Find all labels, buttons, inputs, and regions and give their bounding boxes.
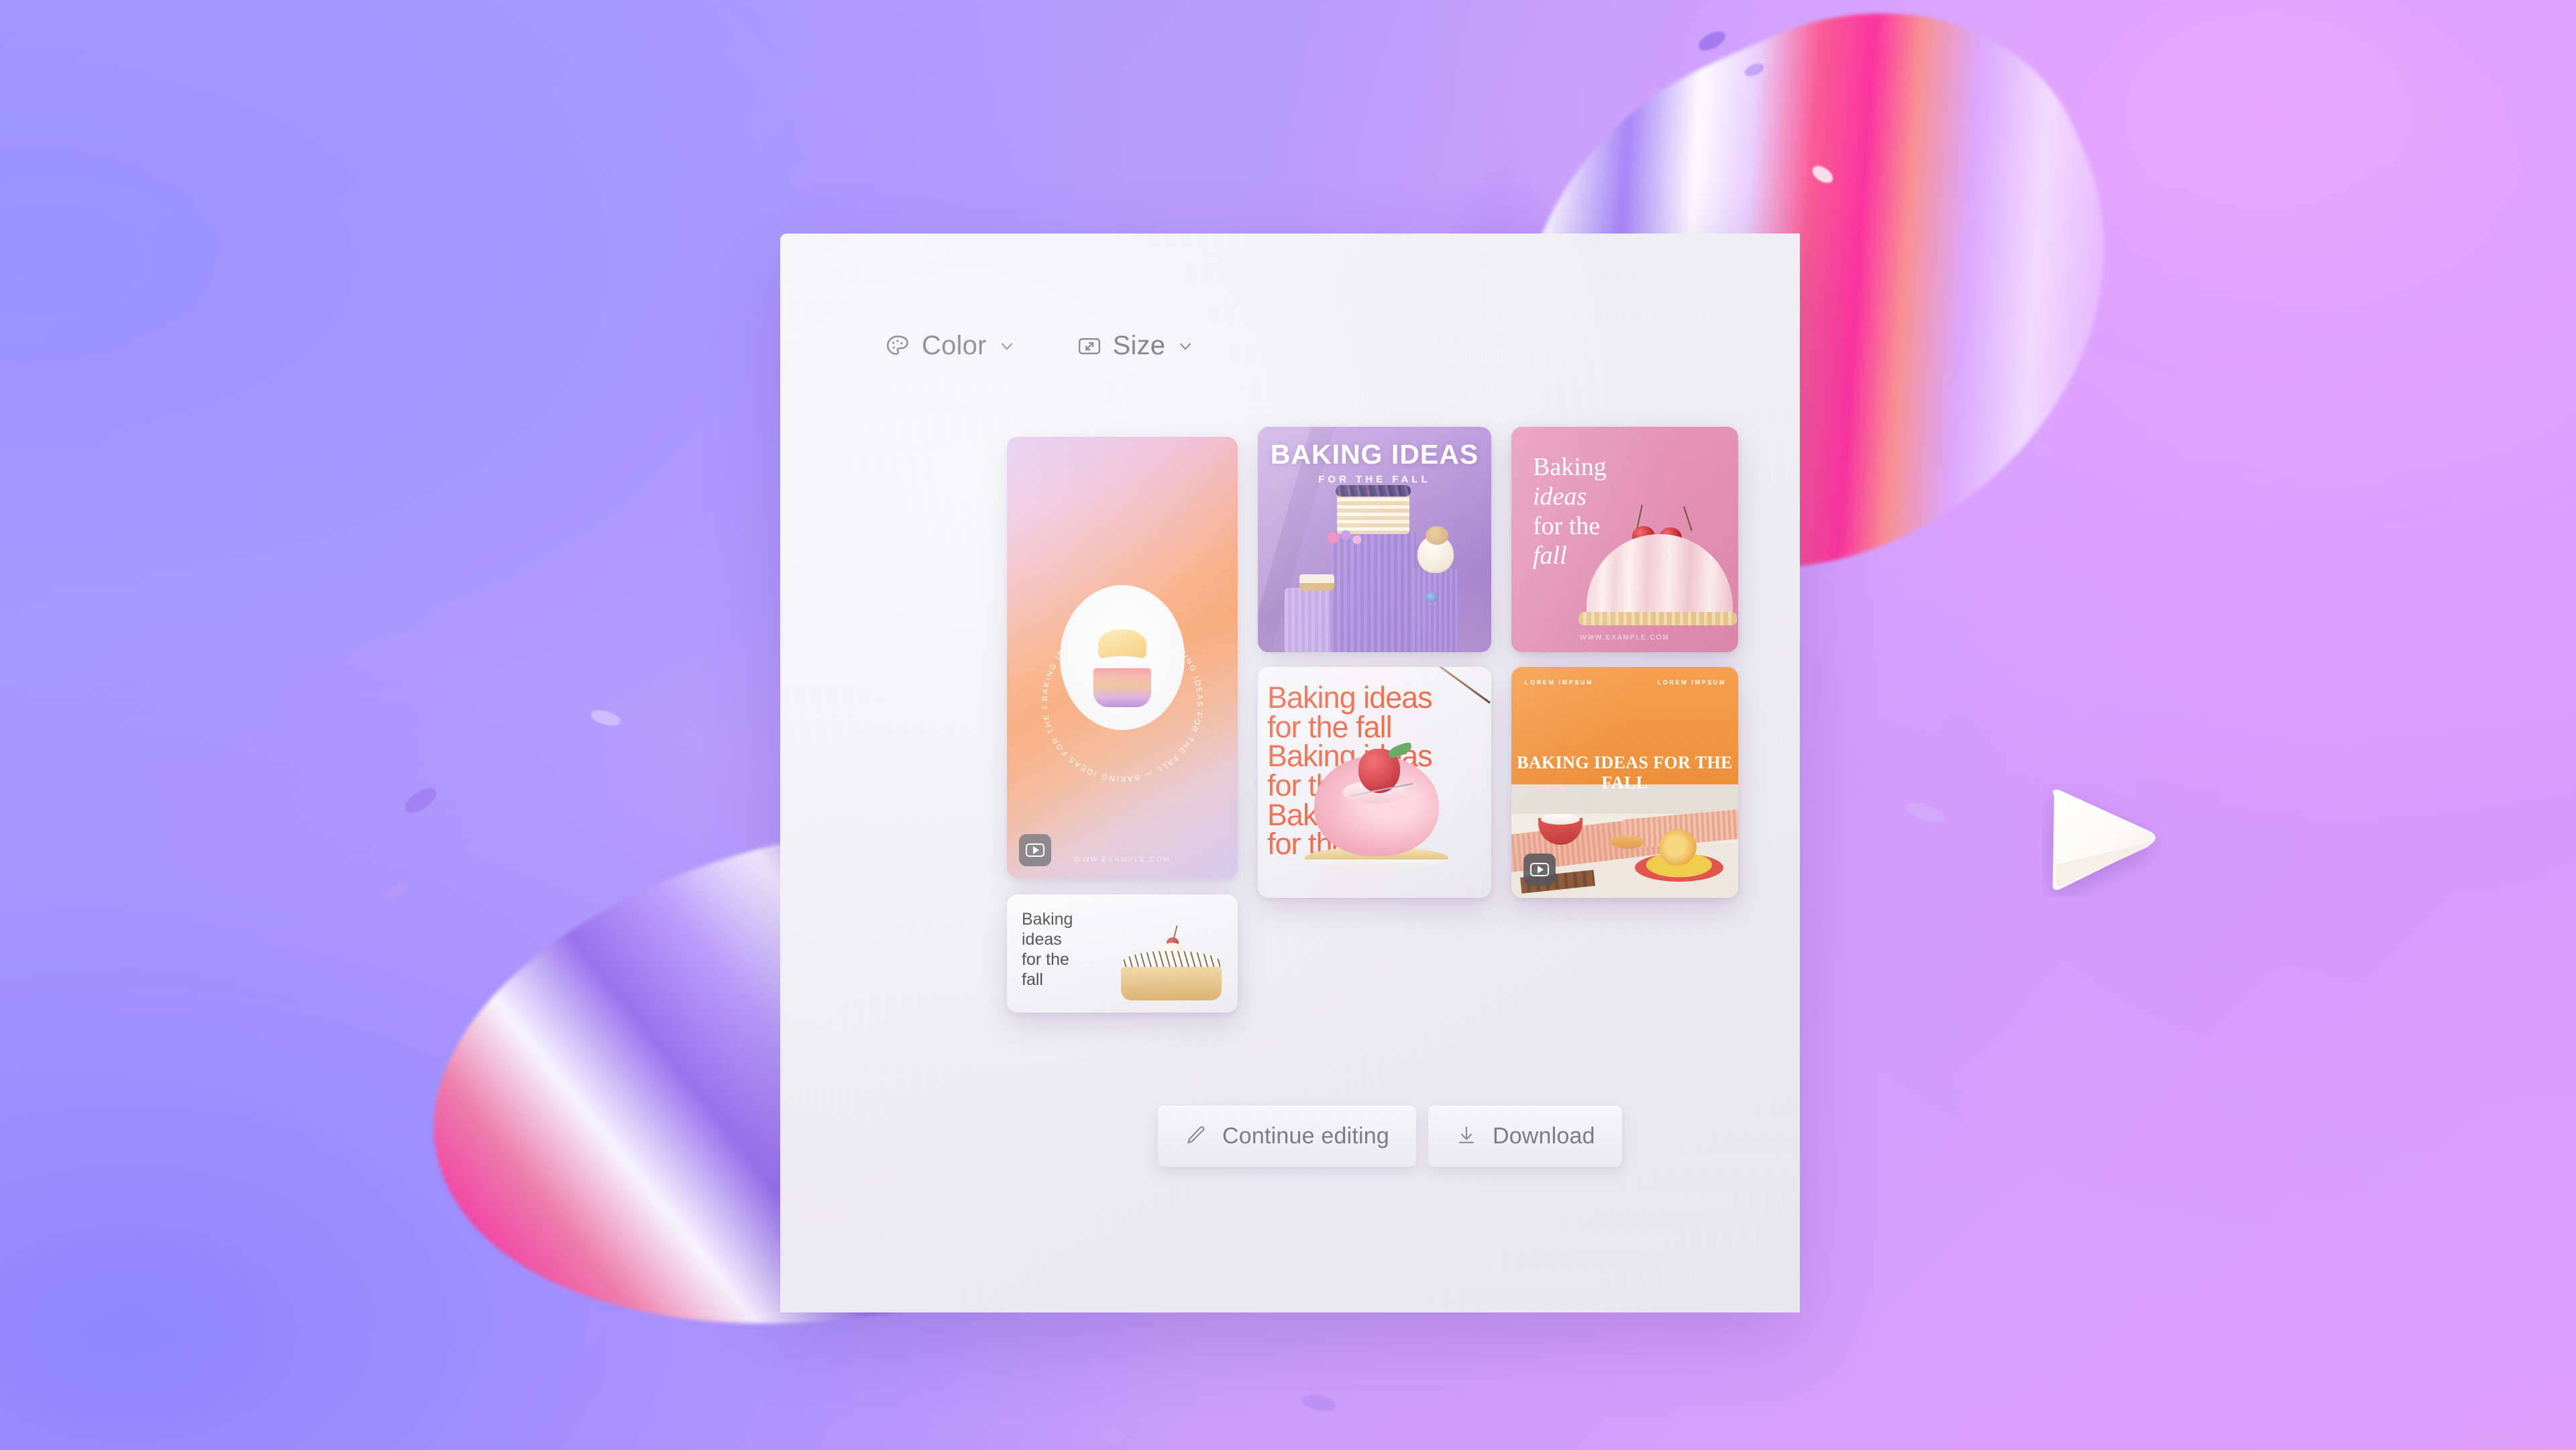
download-button[interactable]: Download	[1428, 1106, 1622, 1167]
paint-speck	[1904, 799, 1947, 826]
color-dropdown[interactable]: Color	[884, 331, 1016, 361]
card3-watermark: WWW.EXAMPLE.COM	[1580, 634, 1670, 641]
paint-speck	[1300, 1392, 1338, 1414]
paint-speck	[1809, 162, 1836, 187]
resize-icon	[1077, 333, 1102, 359]
card3-title-line4: fall	[1533, 541, 1567, 570]
card2-title: BAKING IDEAS	[1270, 439, 1479, 470]
play-icon	[1530, 863, 1549, 876]
card5-lorem-left: LOREM IMPSUM	[1525, 679, 1594, 686]
design-card-repeating-type-poster[interactable]: Baking ideas for the fall Baking ideas f…	[1258, 667, 1491, 898]
editor-panel: Color Size BAKING I ING IDEAS FOR THE FA…	[780, 234, 2155, 1312]
cupcake-photo	[1060, 585, 1185, 730]
continue-editing-button[interactable]: Continue editing	[1158, 1106, 1416, 1167]
paint-speck	[589, 707, 623, 729]
download-icon	[1455, 1124, 1478, 1149]
card6-title-line3: for the	[1022, 950, 1069, 969]
card6-title-line2: ideas	[1022, 930, 1062, 949]
design-card-cupcake-circular-poster[interactable]: BAKING IDEAS FOR THE FALL — BAKING IDEAS…	[1007, 437, 1238, 878]
design-card-orange-banner-poster[interactable]: LOREM IMPSUM LOREM IMPSUM BAKING IDEAS F…	[1511, 667, 1738, 898]
continue-editing-label: Continue editing	[1222, 1123, 1389, 1149]
size-label: Size	[1112, 331, 1166, 360]
paint-speck	[1743, 60, 1766, 79]
design-card-white-landscape-card[interactable]: Baking ideas for the fall	[1007, 894, 1238, 1013]
card6-title-line1: Baking	[1022, 910, 1073, 929]
design-card-purple-baking-ideas-poster[interactable]: BAKING IDEAS FOR THE FALL	[1258, 427, 1491, 652]
card3-title-line1: Baking	[1533, 453, 1607, 481]
video-badge[interactable]	[1019, 834, 1051, 866]
color-label: Color	[922, 331, 987, 360]
design-card-pink-serif-poster[interactable]: Baking ideas for the fall WWW.EXAMPLE.CO…	[1511, 427, 1738, 652]
paint-speck	[1695, 27, 1729, 55]
download-label: Download	[1492, 1123, 1595, 1149]
card3-title-line3: for the	[1533, 512, 1601, 541]
card6-title-line4: fall	[1022, 970, 1043, 989]
card5-lorem-right: LOREM IMPSUM	[1657, 679, 1726, 686]
pencil-icon	[1185, 1124, 1208, 1149]
card3-title-line2: ideas	[1533, 482, 1587, 511]
footer-actions: Continue editing Download	[1158, 1106, 1622, 1167]
card2-subtitle: FOR THE FALL	[1318, 474, 1431, 485]
palette-icon	[884, 333, 911, 360]
chevron-down-icon	[1176, 337, 1195, 356]
paint-speck	[381, 880, 411, 903]
size-dropdown[interactable]: Size	[1077, 331, 1195, 361]
chevron-down-icon	[998, 337, 1016, 356]
strawberry-dessert-photo	[1305, 741, 1448, 870]
canvas-background: Color Size BAKING I ING IDEAS FOR THE FA…	[0, 0, 2576, 1450]
toolbar: Color Size	[884, 331, 1195, 361]
play-triangle-cursor	[2041, 784, 2166, 896]
video-badge[interactable]	[1523, 853, 1556, 886]
play-icon	[1026, 843, 1044, 857]
paint-speck	[400, 783, 441, 818]
card6-title: Baking ideas for the fall	[1022, 909, 1122, 990]
cherry-tart-photo	[1121, 925, 1222, 1000]
paint-speck	[1099, 1427, 1124, 1442]
card5-title: BAKING IDEAS FOR THE FALL	[1517, 753, 1733, 792]
